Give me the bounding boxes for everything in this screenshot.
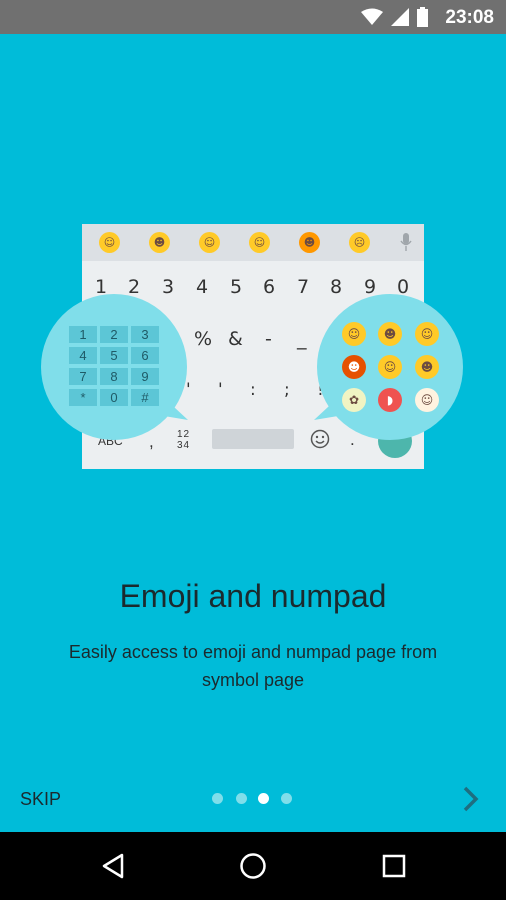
page-dot-3-active: [258, 793, 269, 804]
next-arrow-icon[interactable]: [460, 786, 482, 812]
emoji-wink-icon: ☻: [378, 322, 402, 346]
numpad-bubble-tail: [160, 394, 188, 420]
numpad-key-5: 5: [100, 347, 128, 364]
status-time: 23:08: [445, 7, 494, 28]
emoji-suggestion-bar: ☺ ☻ ☺ ☺ ☻ ☹: [82, 224, 424, 261]
emoji-tongue-icon: ☺: [378, 355, 402, 379]
numpad-key-2: 2: [100, 326, 128, 343]
numpad-key-8: 8: [100, 368, 128, 385]
status-icons: [361, 7, 428, 27]
emoji-tears-of-joy-icon: ☺: [415, 322, 439, 346]
emoji-smile-icon: ☺: [342, 322, 366, 346]
emoji-grin-icon: ☻: [149, 232, 170, 253]
key-7: 7: [296, 276, 310, 298]
status-bar: 23:08: [0, 0, 506, 34]
home-icon[interactable]: [239, 852, 267, 880]
numpad-key-6: 6: [131, 347, 159, 364]
numpad-key-hash: #: [131, 389, 159, 406]
numpad-key-4: 4: [69, 347, 97, 364]
space-key: [212, 429, 294, 449]
emoji-happy-icon: ☺: [249, 232, 270, 253]
key-percent: %: [194, 328, 213, 350]
key-semicolon: ;: [284, 380, 290, 400]
microphone-icon: [400, 233, 412, 251]
skip-button[interactable]: SKIP: [20, 789, 61, 810]
emoji-sad-icon: ☹: [349, 232, 370, 253]
numpad-key-1: 1: [69, 326, 97, 343]
numpad-key-0: 0: [100, 389, 128, 406]
key-8: 8: [329, 276, 343, 298]
emoji-devil-icon: ☻: [342, 355, 366, 379]
key-apostrophe: ': [218, 380, 223, 400]
emoji-kiss-icon: ☻: [299, 232, 320, 253]
key-5: 5: [229, 276, 243, 298]
key-comma: ,: [149, 432, 154, 451]
numpad-key-star: *: [69, 389, 97, 406]
key-ampersand: &: [228, 328, 243, 350]
page-dot-1: [212, 793, 223, 804]
numpad-key-7: 7: [69, 368, 97, 385]
navigation-bar: [0, 832, 506, 900]
back-icon[interactable]: [101, 852, 125, 880]
emoji-watermelon-icon: ◗: [378, 388, 402, 412]
emoji-grid: ☺ ☻ ☺ ☻ ☺ ☻ ✿ ◗ ☺: [340, 320, 440, 412]
signal-icon: [391, 8, 409, 26]
key-period: .: [350, 430, 355, 449]
emoji-bouquet-icon: ✿: [342, 388, 366, 412]
page-dot-2: [236, 793, 247, 804]
numpad-key: 12 34: [177, 429, 191, 451]
emoji-laugh-icon: ☺: [199, 232, 220, 253]
page-dot-4: [281, 793, 292, 804]
key-underscore: _: [297, 328, 307, 350]
key-4: 4: [195, 276, 209, 298]
page-description: Easily access to emoji and numpad page f…: [68, 642, 438, 690]
battery-icon: [417, 7, 428, 27]
emoji-key-icon: [310, 429, 330, 449]
numpad-key-9: 9: [131, 368, 159, 385]
numpad-key-3: 3: [131, 326, 159, 343]
page-title: Emoji and numpad: [119, 578, 387, 614]
emoji-smile-icon: ☺: [99, 232, 120, 253]
key-colon: :: [250, 380, 256, 400]
key-dash: -: [265, 328, 272, 350]
wifi-icon: [361, 8, 383, 25]
emoji-sunglasses-icon: ☻: [415, 355, 439, 379]
key-3: 3: [161, 276, 175, 298]
emoji-bubble-tail: [314, 394, 342, 420]
emoji-cake-icon: ☺: [415, 388, 439, 412]
recents-icon[interactable]: [382, 854, 406, 878]
key-6: 6: [262, 276, 276, 298]
